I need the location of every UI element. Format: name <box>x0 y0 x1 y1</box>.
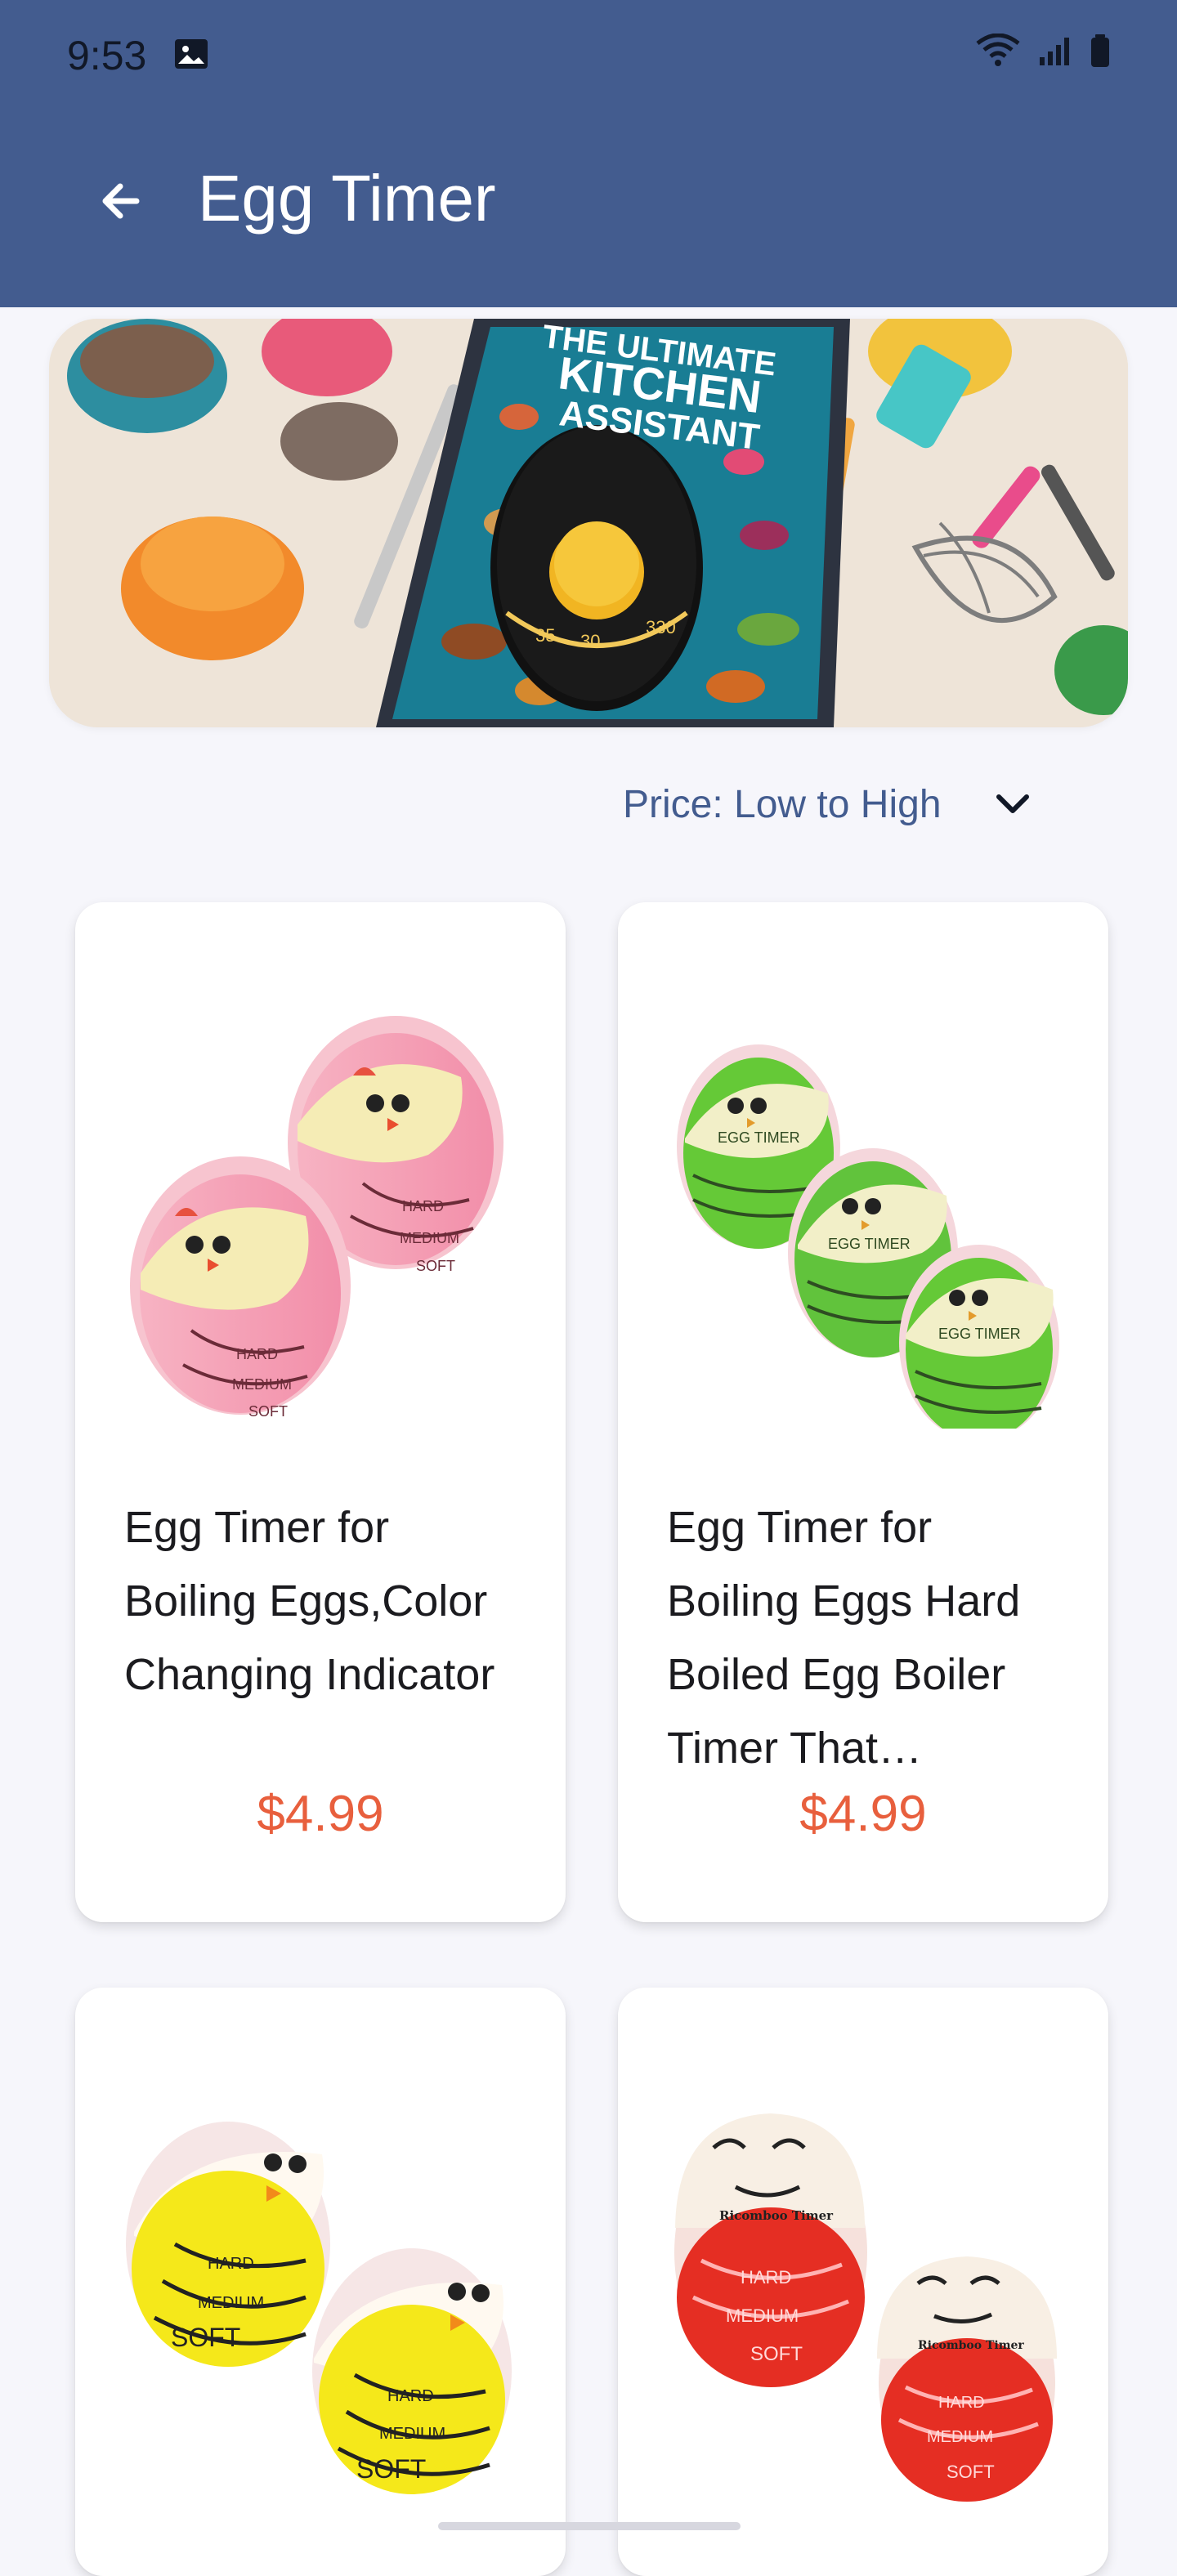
signal-icon <box>1040 38 1069 65</box>
svg-text:330: 330 <box>646 617 676 637</box>
page-title: Egg Timer <box>198 162 496 235</box>
chevron-down-icon <box>996 794 1029 813</box>
svg-text:MEDIUM: MEDIUM <box>400 1230 459 1246</box>
sort-dropdown[interactable]: Price: Low to High <box>623 771 1113 837</box>
product-title: Egg Timer for Boiling Eggs Hard Boiled E… <box>667 1503 1021 1773</box>
battery-icon <box>1091 34 1109 67</box>
svg-text:HARD: HARD <box>208 2255 254 2273</box>
sort-label: Price: Low to High <box>623 782 942 826</box>
product-card[interactable]: HARD MEDIUM SOFT HARD MEDIUM SOFT <box>75 1988 566 2576</box>
svg-text:Ricomboo Timer: Ricomboo Timer <box>719 2208 834 2223</box>
product-image: HARD MEDIUM SOFT HARD MEDIUM SOFT <box>126 2122 512 2494</box>
svg-text:EGG TIMER: EGG TIMER <box>938 1326 1021 1342</box>
product-card[interactable]: EGG TIMER EGG TIMER EGG TIMER Egg Timer … <box>618 902 1108 1922</box>
home-indicator <box>438 2522 741 2530</box>
svg-text:Ricomboo Timer: Ricomboo Timer <box>918 2339 1024 2352</box>
wifi-6e-icon <box>976 34 1020 66</box>
product-image: HARD MEDIUM SOFT HARD MEDIUM SOFT <box>130 1016 503 1420</box>
svg-text:MEDIUM: MEDIUM <box>927 2428 993 2446</box>
svg-text:SOFT: SOFT <box>947 2462 995 2482</box>
svg-text:MEDIUM: MEDIUM <box>232 1376 292 1393</box>
product-card[interactable]: HARD MEDIUM SOFT HARD MEDIUM SOFT Egg Ti… <box>75 902 566 1922</box>
svg-text:SOFT: SOFT <box>171 2323 240 2352</box>
svg-text:SOFT: SOFT <box>248 1403 288 1420</box>
arrow-left-icon <box>102 183 140 219</box>
svg-text:EGG TIMER: EGG TIMER <box>718 1129 800 1146</box>
svg-text:EGG TIMER: EGG TIMER <box>828 1236 911 1252</box>
hero-illustration: 35 30 330 THE ULTIMATE KITCHEN ASSISTANT <box>49 319 1128 727</box>
svg-text:SOFT: SOFT <box>750 2343 803 2365</box>
svg-text:35: 35 <box>535 625 555 646</box>
svg-text:HARD: HARD <box>938 2394 985 2412</box>
product-price: $4.99 <box>257 1786 384 1842</box>
hero-banner[interactable]: 35 30 330 THE ULTIMATE KITCHEN ASSISTANT <box>49 319 1128 727</box>
status-bar: 9:53 <box>0 0 1177 111</box>
status-time: 9:53 <box>67 33 147 78</box>
gallery-icon <box>175 39 208 69</box>
product-image: EGG TIMER EGG TIMER EGG TIMER <box>677 1044 1059 1429</box>
product-card[interactable]: Ricomboo Timer HARD MEDIUM SOFT Ricomboo… <box>618 1988 1108 2576</box>
svg-text:30: 30 <box>580 631 600 651</box>
svg-text:HARD: HARD <box>741 2267 791 2288</box>
svg-text:MEDIUM: MEDIUM <box>379 2425 445 2443</box>
product-title: Egg Timer for Boiling Eggs,Color Changin… <box>124 1503 495 1699</box>
svg-text:SOFT: SOFT <box>416 1258 455 1274</box>
svg-text:MEDIUM: MEDIUM <box>198 2294 264 2312</box>
app-bar: Egg Timer <box>0 111 1177 307</box>
svg-text:HARD: HARD <box>236 1346 278 1362</box>
svg-text:HARD: HARD <box>402 1198 444 1214</box>
product-image: Ricomboo Timer HARD MEDIUM SOFT Ricomboo… <box>674 2113 1057 2502</box>
svg-text:MEDIUM: MEDIUM <box>726 2305 799 2326</box>
back-button[interactable] <box>87 167 155 235</box>
product-price: $4.99 <box>799 1786 927 1842</box>
svg-text:HARD: HARD <box>387 2387 434 2405</box>
svg-text:SOFT: SOFT <box>356 2454 426 2484</box>
status-icons <box>974 33 1112 69</box>
